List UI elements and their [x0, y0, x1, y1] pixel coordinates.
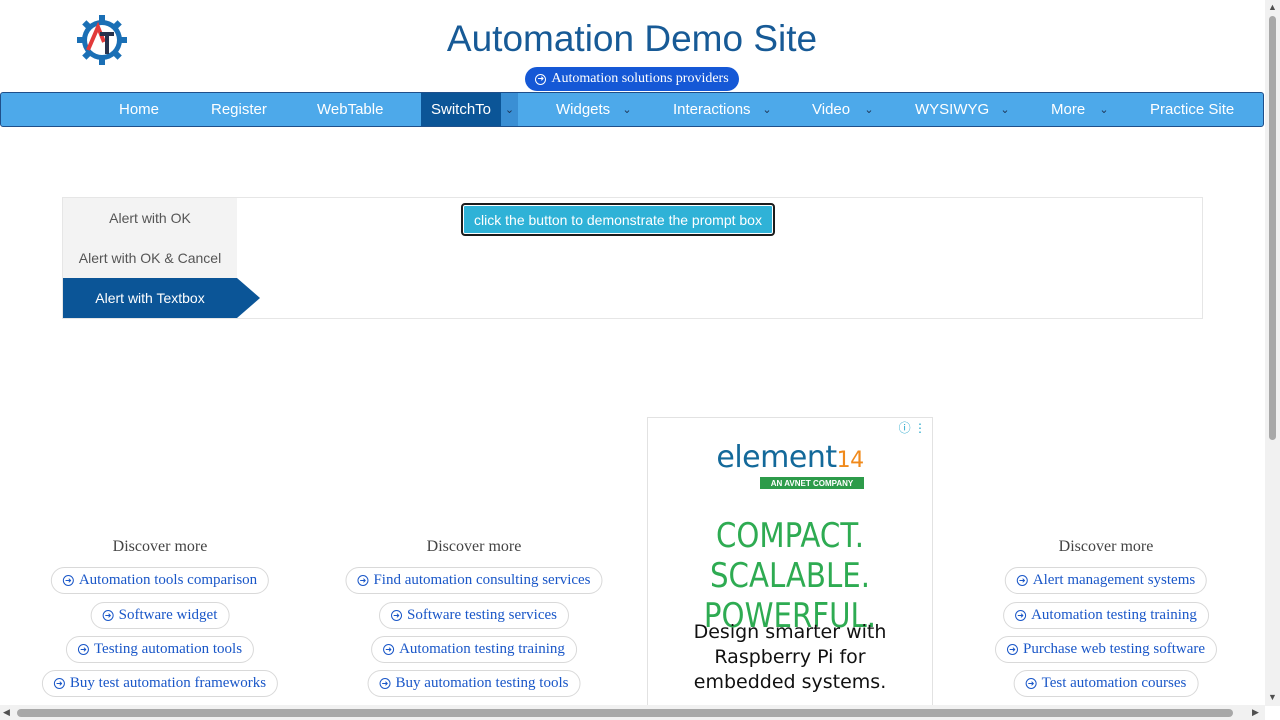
ad-headline: COMPACT. SCALABLE. POWERFUL. — [703, 516, 877, 636]
discover-link[interactable]: ➜ Automation testing training — [371, 636, 577, 663]
ad-info-icon[interactable]: ⓘ ⋮ — [899, 419, 926, 436]
tab-alert-textbox[interactable]: Alert with Textbox — [63, 278, 237, 318]
vertical-scroll-thumb[interactable] — [1269, 16, 1276, 440]
discover-link[interactable]: ➜ Automation testing training — [1003, 602, 1209, 629]
scroll-down-arrow-icon[interactable]: ▼ — [1268, 692, 1277, 702]
discover-link[interactable]: ➜ Test automation courses — [1013, 670, 1199, 697]
horizontal-scrollbar[interactable]: ◀ ▶ — [0, 705, 1265, 720]
ad-arrow-icon: ➜ — [53, 678, 65, 689]
ad-arrow-icon: ➜ — [62, 575, 74, 586]
nav-video[interactable]: Video — [812, 93, 850, 126]
ad-arrow-icon: ➜ — [357, 575, 369, 586]
ad-arrow-icon: ➜ — [1016, 575, 1028, 586]
advertisement[interactable]: ⓘ ⋮ element14 AN AVNET COMPANY COMPACT. … — [647, 417, 933, 707]
ad-arrow-icon: ➜ — [1006, 644, 1018, 655]
discover-link[interactable]: ➜ Alert management systems — [1004, 567, 1208, 594]
discover-title: Discover more — [426, 538, 522, 555]
nav-practice-site[interactable]: Practice Site — [1150, 93, 1234, 126]
page-title: Automation Demo Site — [446, 18, 818, 59]
ad-arrow-icon: ➜ — [1025, 678, 1037, 689]
chevron-down-icon[interactable]: ⌄ — [862, 93, 876, 126]
nav-widgets[interactable]: Widgets — [556, 93, 610, 126]
promo-button[interactable]: ➜ Automation solutions providers — [525, 67, 739, 91]
vertical-scrollbar[interactable]: ▲ ▼ — [1265, 0, 1280, 706]
discover-link[interactable]: ➜ Buy automation testing tools — [367, 670, 581, 697]
discover-link[interactable]: ➜ Buy test automation frameworks — [41, 670, 279, 697]
main-navbar: Home Register WebTable SwitchTo ⌄ Widget… — [0, 92, 1264, 127]
ad-arrow-icon: ➜ — [102, 610, 114, 621]
horizontal-scroll-thumb[interactable] — [17, 709, 1233, 717]
nav-register[interactable]: Register — [211, 93, 267, 126]
scroll-left-arrow-icon[interactable]: ◀ — [3, 707, 10, 718]
chevron-down-icon[interactable]: ⌄ — [998, 93, 1012, 126]
chevron-down-icon[interactable]: ⌄ — [760, 93, 774, 126]
nav-switchto[interactable]: SwitchTo — [421, 93, 501, 126]
discover-link[interactable]: ➜ Automation tools comparison — [50, 567, 270, 594]
ad-brand-subtitle: AN AVNET COMPANY — [760, 477, 864, 489]
promo-label: Automation solutions providers — [551, 71, 729, 86]
discover-title: Discover more — [1058, 538, 1154, 555]
nav-home[interactable]: Home — [119, 93, 159, 126]
ad-arrow-icon: ➜ — [383, 644, 395, 655]
tab-alert-ok[interactable]: Alert with OK — [63, 198, 237, 238]
chevron-down-icon[interactable]: ⌄ — [1097, 93, 1111, 126]
scroll-up-arrow-icon[interactable]: ▲ — [1268, 2, 1277, 12]
nav-wysiwyg[interactable]: WYSIWYG — [915, 93, 989, 126]
active-tab-pointer — [237, 278, 260, 318]
ad-body-text: Design smarter with Raspberry Pi for emb… — [693, 621, 887, 693]
scroll-right-arrow-icon[interactable]: ▶ — [1252, 707, 1259, 718]
discover-link[interactable]: ➜ Software widget — [90, 602, 230, 629]
tab-alert-ok-cancel[interactable]: Alert with OK & Cancel — [63, 238, 237, 278]
discover-link[interactable]: ➜ Testing automation tools — [65, 636, 255, 663]
ad-arrow-icon: ➜ — [379, 678, 391, 689]
discover-title: Discover more — [112, 538, 208, 555]
chevron-down-icon[interactable]: ⌄ — [501, 93, 518, 126]
ad-arrow-icon: ➜ — [535, 73, 547, 85]
discover-link[interactable]: ➜ Software testing services — [379, 602, 569, 629]
nav-more[interactable]: More — [1051, 93, 1085, 126]
ad-brand-logo: element14 — [716, 440, 864, 475]
ad-arrow-icon: ➜ — [77, 644, 89, 655]
nav-webtable[interactable]: WebTable — [317, 93, 383, 126]
chevron-down-icon[interactable]: ⌄ — [620, 93, 634, 126]
nav-interactions[interactable]: Interactions — [673, 93, 751, 126]
prompt-box-button[interactable]: click the button to demonstrate the prom… — [461, 203, 775, 236]
discover-link[interactable]: ➜ Purchase web testing software — [994, 636, 1218, 663]
discover-link[interactable]: ➜ Find automation consulting services — [345, 567, 603, 594]
ad-arrow-icon: ➜ — [391, 610, 403, 621]
ad-arrow-icon: ➜ — [1015, 610, 1027, 621]
